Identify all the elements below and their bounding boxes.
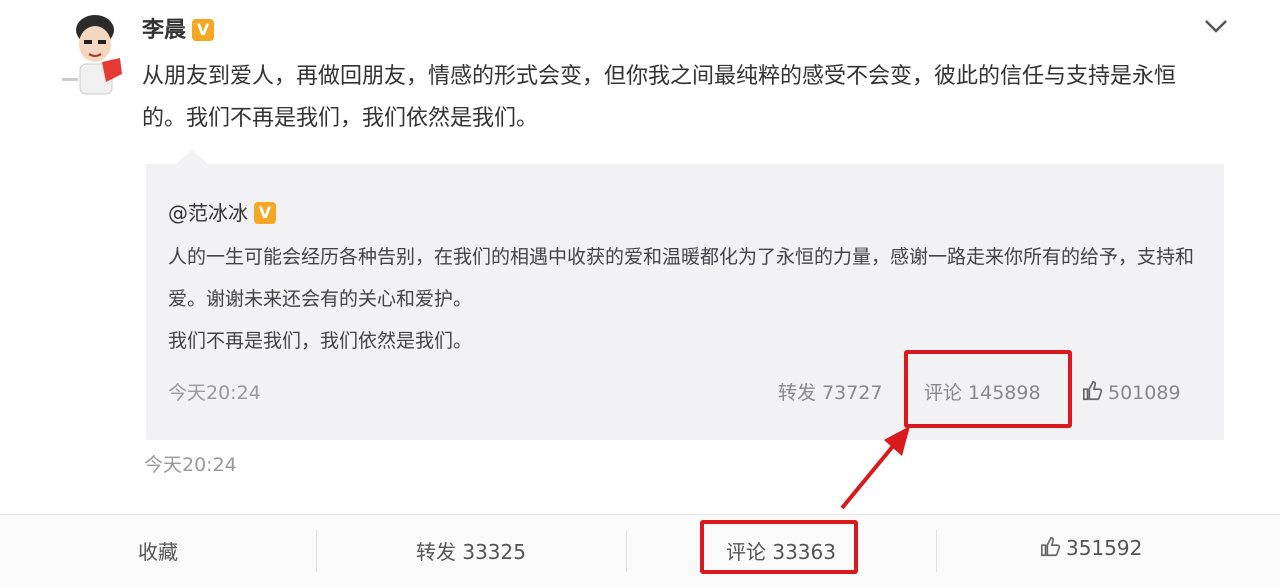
post-text: 从朋友到爱人，再做回朋友，情感的形式会变，但你我之间最纯粹的感受不会变，彼此的信… xyxy=(142,64,1177,131)
divider xyxy=(626,530,627,572)
quote-pointer xyxy=(176,150,208,164)
post-author[interactable]: 李晨 V xyxy=(142,12,215,44)
like-count: 351592 xyxy=(1066,536,1143,560)
quoted-author[interactable]: @范冰冰 V xyxy=(168,197,276,226)
chevron-down-icon[interactable] xyxy=(1202,16,1230,36)
quoted-author-name[interactable]: @范冰冰 xyxy=(168,201,248,225)
thumbs-up-icon xyxy=(1083,381,1103,401)
quoted-like-button[interactable]: 501089 xyxy=(1082,380,1181,404)
avatar[interactable] xyxy=(62,10,132,96)
highlight-box-quoted-comment xyxy=(904,350,1072,428)
post-timestamp[interactable]: 今天20:24 xyxy=(144,450,237,477)
red-arrow-icon xyxy=(840,426,910,510)
verified-badge-icon: V xyxy=(192,19,215,41)
quoted-text: 人的一生可能会经历各种告别，在我们的相遇中收获的爱和温暖都化为了永恒的力量，感谢… xyxy=(168,236,1208,362)
forward-button[interactable]: 转发 33325 xyxy=(416,536,526,565)
thumbs-up-icon xyxy=(1041,537,1061,557)
divider xyxy=(316,530,317,572)
post-author-name[interactable]: 李晨 xyxy=(142,18,186,43)
like-button[interactable]: 351592 xyxy=(1040,536,1142,560)
quoted-text-paragraph-1: 人的一生可能会经历各种告别，在我们的相遇中收获的爱和温暖都化为了永恒的力量，感谢… xyxy=(168,246,1195,310)
favorite-button[interactable]: 收藏 xyxy=(138,536,178,565)
verified-badge-icon: V xyxy=(254,202,276,224)
divider xyxy=(936,530,937,572)
quoted-timestamp[interactable]: 今天20:24 xyxy=(168,378,261,405)
highlight-box-comment xyxy=(700,520,858,574)
quoted-forward-button[interactable]: 转发 73727 xyxy=(778,378,882,405)
quoted-like-count: 501089 xyxy=(1108,382,1181,404)
